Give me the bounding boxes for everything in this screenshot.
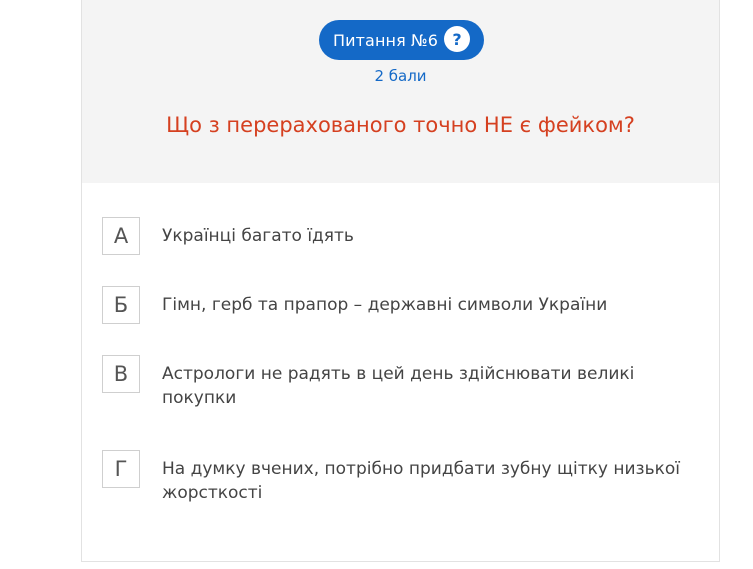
question-text: Що з перерахованого точно НЕ є фейком? — [166, 113, 635, 137]
quiz-card: Питання №6 ? 2 бали Що з перерахованого … — [81, 0, 720, 562]
answer-text: Астрологи не радять в цей день здійснюва… — [162, 364, 635, 408]
answer-text: Гімн, герб та прапор – державні символи … — [162, 295, 608, 315]
answer-letter: В — [102, 355, 140, 393]
question-number-label: Питання №6 — [333, 30, 439, 50]
question-number-badge: Питання №6 ? — [319, 20, 484, 60]
answer-text: На думку вчених, потрібно придбати зубну… — [162, 459, 680, 503]
answer-text: Українці багато їдять — [162, 226, 354, 246]
answer-letter: Г — [102, 450, 140, 488]
question-header: Питання №6 ? 2 бали Що з перерахованого … — [82, 0, 719, 183]
answer-letter: Б — [102, 286, 140, 324]
answer-letter: А — [102, 217, 140, 255]
question-mark-icon[interactable]: ? — [444, 26, 470, 52]
points-label: 2 бали — [374, 67, 427, 85]
